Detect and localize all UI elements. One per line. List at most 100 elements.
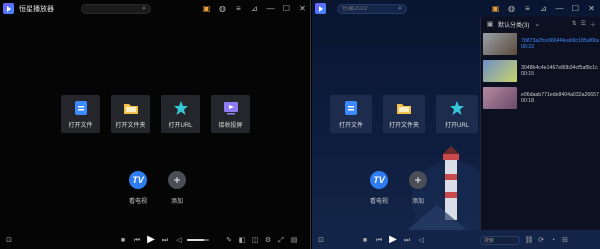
- settings-icon[interactable]: ⚙: [263, 237, 273, 244]
- fullscreen-icon[interactable]: ⤢: [276, 237, 286, 244]
- volume-fill: [187, 239, 204, 241]
- title-bar: ⌕ ▣ ◍ ≡ ⊿ — ☐ ✕: [312, 0, 600, 17]
- video-thumbnail: [483, 33, 517, 55]
- open-icon[interactable]: ⊡: [316, 237, 326, 244]
- tile-label: 打开URL: [168, 122, 193, 129]
- playlist-category[interactable]: 默认分类(3): [498, 20, 529, 29]
- folder-icon: [396, 100, 412, 116]
- right-player-window: ⌕ ▣ ◍ ≡ ⊿ — ☐ ✕ 打开文件: [312, 0, 600, 249]
- skin-icon[interactable]: ◍: [218, 4, 227, 13]
- play-icon[interactable]: ▶: [388, 235, 398, 245]
- open-file-tile[interactable]: 打开文件: [330, 95, 372, 133]
- delete-icon[interactable]: ⊟: [560, 237, 570, 244]
- refresh-icon[interactable]: ⟳: [536, 237, 546, 244]
- left-player-window: 恒星播放器 ⌕ ▣ ◍ ≡ ⊿ — ☐ ✕ 打开文件 打开文件夹 打开URL 接…: [0, 0, 311, 249]
- next-icon[interactable]: ⏭: [402, 237, 412, 244]
- app-title: 恒星播放器: [19, 5, 54, 13]
- volume-icon[interactable]: ◁: [174, 237, 184, 244]
- open-file-tile[interactable]: 打开文件: [61, 95, 100, 133]
- minimize-icon[interactable]: —: [555, 4, 564, 13]
- playlist-collapse-icon[interactable]: ▣: [485, 21, 495, 28]
- playlist-item-text: 3048b4c4e1467e80b34cf5af9c1c 00:15: [521, 65, 599, 78]
- tv-icon: TV: [129, 171, 147, 189]
- watch-tv-label: 看电视: [369, 199, 388, 205]
- play-icon[interactable]: ▶: [146, 235, 156, 245]
- search-icon[interactable]: ⌕: [142, 5, 146, 12]
- volume-slider[interactable]: [187, 239, 209, 241]
- playlist-search-input[interactable]: 搜索: [484, 237, 494, 244]
- clock-icon[interactable]: ◔: [548, 237, 558, 244]
- receive-cast-tile[interactable]: 接收投屏: [211, 95, 250, 133]
- playlist-header: ▣ 默认分类(3) ⌄ ⇅ ☰ ＋: [481, 17, 600, 31]
- list-view-icon[interactable]: ☰: [581, 20, 586, 29]
- file-icon: [343, 100, 359, 116]
- search-input[interactable]: [86, 5, 138, 12]
- open-folder-tile[interactable]: 打开文件夹: [111, 95, 150, 133]
- open-url-tile[interactable]: 打开URL: [161, 95, 200, 133]
- video-thumbnail: [483, 60, 517, 82]
- add-button[interactable]: + 添加: [406, 171, 430, 205]
- stop-icon[interactable]: ■: [118, 237, 128, 244]
- volume-icon[interactable]: ◁: [416, 237, 426, 244]
- search-input[interactable]: [342, 5, 394, 12]
- tile-label: 打开文件夹: [115, 122, 146, 129]
- control-bar: ⊡ ■ ⏮ ▶ ⏭ ◁ ✎ ◧ ◫ ⚙ ⤢ ▤: [0, 231, 310, 249]
- app-logo-icon: [315, 3, 326, 14]
- search-box[interactable]: ⌕: [337, 3, 407, 14]
- chevron-down-icon[interactable]: ⌄: [532, 21, 542, 28]
- maximize-icon[interactable]: ☐: [282, 4, 291, 13]
- open-actions: 打开文件 打开文件夹 打开URL 接收投屏: [61, 95, 250, 133]
- watch-tv-button[interactable]: TV 看电视: [126, 171, 150, 205]
- add-button[interactable]: + 添加: [165, 171, 189, 205]
- gift-icon[interactable]: ▣: [491, 4, 500, 13]
- playlist-toggle-icon[interactable]: ▤: [289, 237, 299, 244]
- menu-icon[interactable]: ≡: [234, 4, 243, 13]
- playlist-item-duration: 00:15: [521, 71, 534, 77]
- sort-icon[interactable]: ⇅: [572, 20, 577, 29]
- playlist-item[interactable]: e06daab771ede8404a032a26657e7a6d00:18: [481, 85, 600, 111]
- prev-icon[interactable]: ⏮: [132, 237, 142, 244]
- extra-actions: TV 看电视 + 添加: [367, 171, 430, 205]
- url-star-icon: [173, 100, 189, 116]
- menu-icon[interactable]: ≡: [523, 4, 532, 13]
- playlist-search[interactable]: 搜索: [480, 235, 520, 245]
- playlist-item[interactable]: 3048b4c4e1467e80b34cf5af9c1c 00:15: [481, 58, 600, 84]
- screenshot-icon[interactable]: ◧: [237, 237, 247, 244]
- record-icon[interactable]: ◫: [250, 237, 260, 244]
- control-bar: ⊡ ■ ⏮ ▶ ⏭ ◁ 搜索 ⛓ ⟳ ◔ ⊟: [312, 231, 600, 249]
- open-actions: 打开文件 打开文件夹 打开URL: [330, 95, 478, 133]
- minimize-icon[interactable]: —: [266, 4, 275, 13]
- search-icon[interactable]: ⌕: [398, 5, 402, 12]
- tv-icon: TV: [370, 171, 388, 189]
- pin-icon[interactable]: ⊿: [539, 4, 548, 13]
- watch-tv-label: 看电视: [128, 199, 147, 205]
- playlist-item[interactable]: 7b873a2fce9664f4eab9c185af6ba05000:23: [481, 31, 600, 57]
- prev-icon[interactable]: ⏮: [374, 237, 384, 244]
- link-icon[interactable]: ⛓: [524, 237, 534, 244]
- add-label: 添加: [170, 199, 183, 205]
- tile-label: 打开文件: [68, 122, 93, 129]
- playlist-items: 7b873a2fce9664f4eab9c185af6ba05000:23 304…: [481, 31, 600, 111]
- title-bar: 恒星播放器 ⌕ ▣ ◍ ≡ ⊿ — ☐ ✕: [0, 0, 310, 17]
- add-file-icon[interactable]: ＋: [590, 20, 596, 29]
- pin-icon[interactable]: ⊿: [250, 4, 259, 13]
- watch-tv-button[interactable]: TV 看电视: [367, 171, 391, 205]
- open-icon[interactable]: ⊡: [4, 237, 14, 244]
- close-icon[interactable]: ✕: [587, 4, 596, 13]
- gift-icon[interactable]: ▣: [202, 4, 211, 13]
- playlist-item-text: e06daab771ede8404a032a26657e7a6d00:18: [521, 92, 599, 105]
- skin-icon[interactable]: ◍: [507, 4, 516, 13]
- open-folder-tile[interactable]: 打开文件夹: [383, 95, 425, 133]
- maximize-icon[interactable]: ☐: [571, 4, 580, 13]
- stop-icon[interactable]: ■: [360, 237, 370, 244]
- edit-icon[interactable]: ✎: [224, 237, 234, 244]
- folder-icon: [123, 100, 139, 116]
- cast-icon: [223, 100, 239, 116]
- close-icon[interactable]: ✕: [298, 4, 307, 13]
- open-url-tile[interactable]: 打开URL: [436, 95, 478, 133]
- extra-actions: TV 看电视 + 添加: [126, 171, 189, 205]
- playlist-item-text: 7b873a2fce9664f4eab9c185af6ba05000:23: [521, 38, 599, 51]
- next-icon[interactable]: ⏭: [160, 237, 170, 244]
- search-box[interactable]: ⌕: [81, 3, 151, 14]
- tile-label: 接收投屏: [218, 122, 243, 129]
